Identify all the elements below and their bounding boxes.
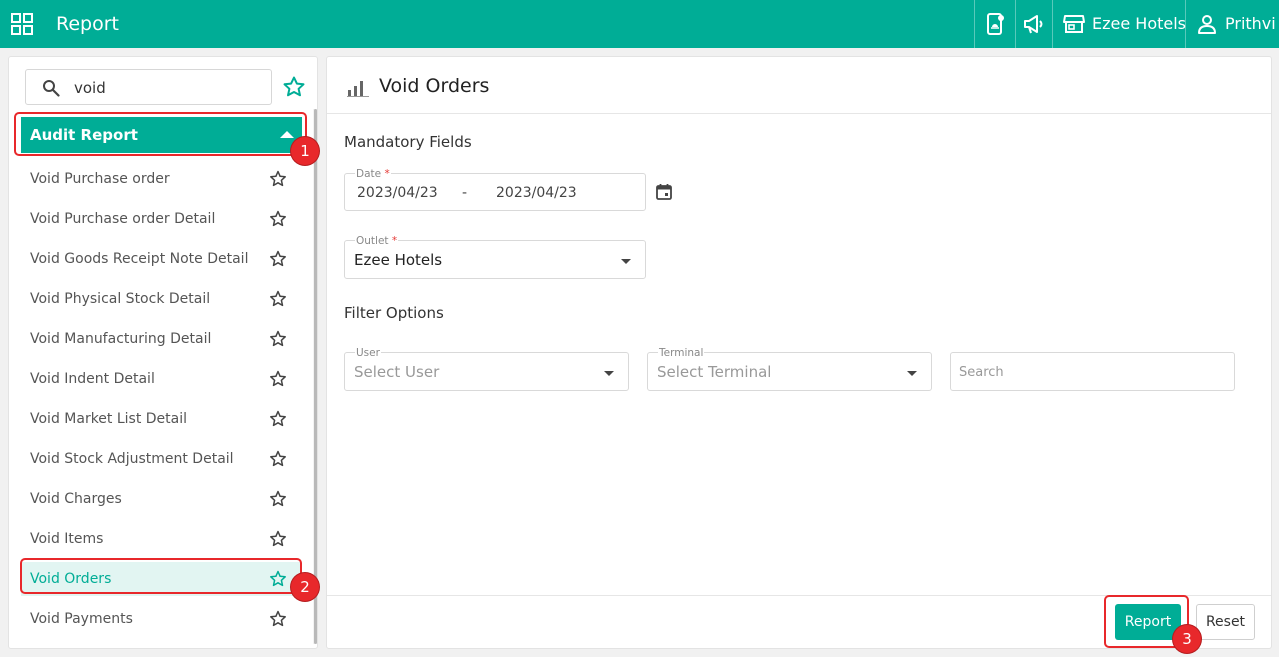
apps-grid-icon[interactable] bbox=[11, 13, 33, 35]
star-icon[interactable] bbox=[269, 290, 287, 308]
star-icon[interactable] bbox=[269, 210, 287, 228]
menu-item-label: Void Items bbox=[30, 531, 104, 547]
annotation-badge-3: 3 bbox=[1173, 625, 1201, 653]
hotel-name[interactable]: Ezee Hotels bbox=[1092, 14, 1186, 34]
outlet-label: Outlet * bbox=[355, 235, 399, 247]
menu-item-void-purchase-order[interactable]: Void Purchase order bbox=[21, 162, 302, 196]
chevron-down-icon bbox=[621, 259, 631, 264]
star-icon[interactable] bbox=[269, 530, 287, 548]
topbar-separator bbox=[1185, 0, 1186, 48]
topbar-separator bbox=[1052, 0, 1053, 48]
menu-item-label: Void Payments bbox=[30, 611, 133, 627]
reset-button[interactable]: Reset bbox=[1196, 604, 1255, 640]
menu-item-void-physical-stock-detail[interactable]: Void Physical Stock Detail bbox=[21, 282, 302, 316]
menu-item-label: Void Stock Adjustment Detail bbox=[30, 451, 234, 467]
topbar-separator bbox=[1015, 0, 1016, 48]
favorites-star-icon[interactable] bbox=[282, 75, 306, 99]
menu-item-label: Void Charges bbox=[30, 491, 122, 507]
star-icon[interactable] bbox=[269, 330, 287, 348]
star-icon[interactable] bbox=[269, 610, 287, 628]
user-label: User bbox=[355, 347, 381, 359]
annotation-box-1 bbox=[14, 112, 307, 156]
sidebar-scrollbar-thumb[interactable] bbox=[314, 109, 317, 644]
date-separator: - bbox=[462, 185, 468, 201]
menu-item-label: Void Purchase order bbox=[30, 171, 170, 187]
terminal-select[interactable]: Terminal Select Terminal bbox=[647, 347, 932, 391]
calendar-icon[interactable] bbox=[655, 183, 673, 201]
terminal-placeholder: Select Terminal bbox=[657, 363, 772, 381]
report-search-box[interactable] bbox=[25, 69, 272, 105]
star-icon[interactable] bbox=[269, 490, 287, 508]
menu-item-void-items[interactable]: Void Items bbox=[21, 522, 302, 556]
annotation-box-2 bbox=[20, 558, 302, 594]
header-divider bbox=[327, 113, 1271, 114]
user-placeholder: Select User bbox=[354, 363, 440, 381]
user-name[interactable]: Prithvi bbox=[1225, 14, 1276, 34]
menu-item-void-indent-detail[interactable]: Void Indent Detail bbox=[21, 362, 302, 396]
star-icon[interactable] bbox=[269, 170, 287, 188]
menu-item-label: Void Market List Detail bbox=[30, 411, 188, 427]
search-placeholder: Search bbox=[959, 365, 1004, 380]
date-label: Date * bbox=[355, 168, 391, 180]
star-icon[interactable] bbox=[269, 410, 287, 428]
date-range-field[interactable]: Date * 2023/04/23 - 2023/04/23 bbox=[344, 168, 646, 211]
chevron-down-icon bbox=[604, 371, 614, 376]
mobile-notification-icon[interactable] bbox=[983, 12, 1007, 36]
bar-chart-icon bbox=[347, 81, 369, 97]
outlet-select[interactable]: Outlet * Ezee Hotels bbox=[344, 235, 646, 279]
search-icon bbox=[43, 80, 60, 97]
topbar-separator bbox=[974, 0, 975, 48]
store-icon[interactable] bbox=[1062, 12, 1086, 36]
menu-item-void-market-list-detail[interactable]: Void Market List Detail bbox=[21, 402, 302, 436]
megaphone-icon[interactable] bbox=[1022, 12, 1046, 36]
menu-item-void-charges[interactable]: Void Charges bbox=[21, 482, 302, 516]
star-icon[interactable] bbox=[269, 250, 287, 268]
menu-item-label: Void Purchase order Detail bbox=[30, 211, 216, 227]
outlet-value: Ezee Hotels bbox=[354, 251, 443, 269]
date-from-value[interactable]: 2023/04/23 bbox=[357, 184, 438, 202]
page-title: Void Orders bbox=[379, 75, 490, 97]
filter-search-input[interactable]: Search bbox=[950, 352, 1235, 391]
user-icon[interactable] bbox=[1195, 12, 1219, 36]
filter-options-title: Filter Options bbox=[344, 304, 444, 322]
date-to-value[interactable]: 2023/04/23 bbox=[496, 184, 577, 202]
app-title: Report bbox=[56, 13, 119, 35]
menu-item-label: Void Physical Stock Detail bbox=[30, 291, 211, 307]
menu-item-void-stock-adjustment-detail[interactable]: Void Stock Adjustment Detail bbox=[21, 442, 302, 476]
report-form-panel: Void Orders Mandatory Fields Date * 2023… bbox=[326, 56, 1272, 649]
menu-item-label: Void Goods Receipt Note Detail bbox=[30, 251, 249, 267]
annotation-badge-1: 1 bbox=[291, 137, 319, 165]
top-bar: Report Ezee Hotels Prithvi bbox=[0, 0, 1279, 48]
menu-item-label: Void Manufacturing Detail bbox=[30, 331, 212, 347]
star-icon[interactable] bbox=[269, 370, 287, 388]
menu-item-void-purchase-order-detail[interactable]: Void Purchase order Detail bbox=[21, 202, 302, 236]
menu-item-void-manufacturing-detail[interactable]: Void Manufacturing Detail bbox=[21, 322, 302, 356]
menu-item-void-payments[interactable]: Void Payments bbox=[21, 602, 302, 636]
chevron-down-icon bbox=[907, 371, 917, 376]
mandatory-fields-title: Mandatory Fields bbox=[344, 133, 472, 151]
report-search-input[interactable] bbox=[74, 76, 264, 100]
user-select[interactable]: User Select User bbox=[344, 347, 629, 391]
star-icon[interactable] bbox=[269, 450, 287, 468]
terminal-label: Terminal bbox=[658, 347, 705, 359]
menu-item-label: Void Indent Detail bbox=[30, 371, 155, 387]
annotation-badge-2: 2 bbox=[291, 573, 319, 601]
menu-item-void-goods-receipt-note-detail[interactable]: Void Goods Receipt Note Detail bbox=[21, 242, 302, 276]
